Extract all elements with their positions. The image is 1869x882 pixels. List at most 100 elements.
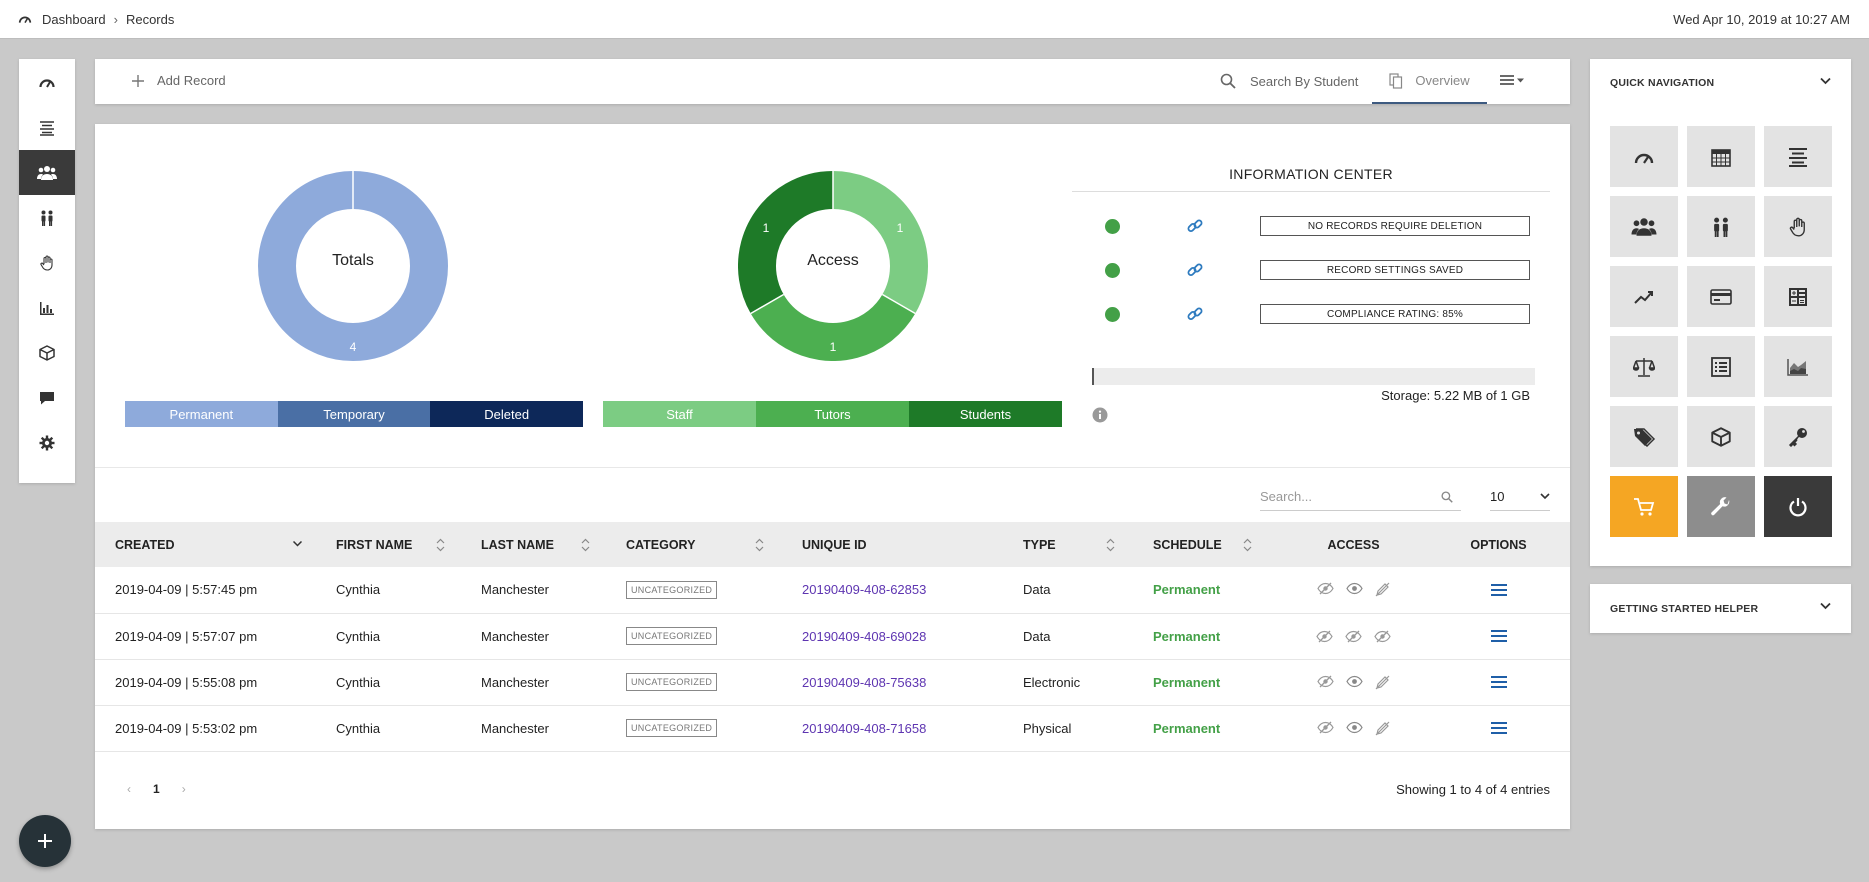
people-icon bbox=[1714, 217, 1728, 237]
table-row: 2019-04-09 | 5:55:08 pm Cynthia Manchest… bbox=[95, 659, 1570, 705]
ledger-icon bbox=[1711, 356, 1731, 377]
tab-overview[interactable]: Overview bbox=[1372, 59, 1487, 104]
pager-page-1[interactable]: 1 bbox=[153, 782, 160, 796]
unique-id-link[interactable]: 20190409-408-62853 bbox=[802, 582, 926, 597]
eye-slash-icon[interactable] bbox=[1316, 630, 1333, 643]
search-by-student-label: Search By Student bbox=[1250, 73, 1359, 89]
add-record-button[interactable]: Add Record bbox=[131, 73, 226, 88]
quick-navigation-grid bbox=[1610, 126, 1832, 537]
sidebar-item-dashboard[interactable] bbox=[19, 60, 75, 105]
quicknav-calculator[interactable] bbox=[1764, 266, 1832, 327]
link-icon[interactable] bbox=[1186, 261, 1204, 279]
quicknav-tools[interactable] bbox=[1687, 476, 1755, 537]
sidebar-item-messages[interactable] bbox=[19, 375, 75, 420]
legend-students[interactable]: Students bbox=[909, 401, 1062, 427]
sidebar-item-people[interactable] bbox=[19, 195, 75, 240]
edit-slash-icon[interactable] bbox=[1375, 675, 1390, 690]
eye-icon[interactable] bbox=[1346, 721, 1363, 734]
table-row: 2019-04-09 | 5:57:07 pm Cynthia Manchest… bbox=[95, 613, 1570, 659]
unique-id-link[interactable]: 20190409-408-71658 bbox=[802, 721, 926, 736]
eye-slash-icon[interactable] bbox=[1317, 721, 1334, 734]
copy-icon bbox=[1389, 72, 1403, 89]
legend-deleted[interactable]: Deleted bbox=[430, 401, 584, 427]
quicknav-people[interactable] bbox=[1687, 196, 1755, 257]
status-dot bbox=[1105, 307, 1120, 322]
chevron-down-icon[interactable] bbox=[1820, 77, 1831, 85]
entries-summary: Showing 1 to 4 of 4 entries bbox=[1396, 782, 1550, 797]
legend-temporary[interactable]: Temporary bbox=[277, 401, 431, 427]
quicknav-payments[interactable] bbox=[1687, 266, 1755, 327]
quicknav-analytics[interactable] bbox=[1764, 336, 1832, 397]
quicknav-ledger[interactable] bbox=[1687, 336, 1755, 397]
getting-started-helper-panel[interactable]: GETTING STARTED HELPER bbox=[1590, 584, 1851, 633]
options-menu-icon[interactable] bbox=[1490, 583, 1507, 596]
eye-slash-icon[interactable] bbox=[1317, 675, 1334, 688]
eye-icon[interactable] bbox=[1346, 675, 1363, 688]
sidebar-item-storage[interactable] bbox=[19, 330, 75, 375]
quicknav-calendar[interactable] bbox=[1687, 126, 1755, 187]
options-menu-icon[interactable] bbox=[1490, 722, 1507, 734]
toolbar-menu-button[interactable] bbox=[1500, 72, 1528, 88]
sidebar-item-list[interactable] bbox=[19, 105, 75, 150]
quicknav-power[interactable] bbox=[1764, 476, 1832, 537]
search-by-student-button[interactable]: Search By Student bbox=[1220, 73, 1358, 89]
column-category[interactable]: CATEGORY bbox=[606, 522, 782, 567]
box-icon bbox=[39, 344, 55, 361]
unique-id-link[interactable]: 20190409-408-69028 bbox=[802, 629, 926, 644]
quicknav-dashboard[interactable] bbox=[1610, 126, 1678, 187]
quicknav-hand[interactable] bbox=[1764, 196, 1832, 257]
column-unique-id: UNIQUE ID bbox=[782, 522, 1003, 567]
box-icon bbox=[1711, 426, 1731, 447]
cell-type: Electronic bbox=[1023, 674, 1081, 690]
legend-staff[interactable]: Staff bbox=[603, 401, 756, 427]
options-menu-icon[interactable] bbox=[1490, 676, 1507, 688]
sidebar-item-users[interactable] bbox=[19, 150, 75, 195]
quicknav-cart[interactable] bbox=[1610, 476, 1678, 537]
cell-last-name: Manchester bbox=[481, 674, 549, 690]
floating-add-button[interactable] bbox=[19, 815, 71, 867]
link-icon[interactable] bbox=[1186, 217, 1204, 235]
sidebar-item-reports[interactable] bbox=[19, 285, 75, 330]
cell-type: Data bbox=[1023, 628, 1051, 644]
cell-created: 2019-04-09 | 5:57:07 pm bbox=[115, 628, 258, 644]
edit-slash-icon[interactable] bbox=[1375, 721, 1390, 736]
cell-first-name: Cynthia bbox=[336, 720, 381, 736]
quicknav-tags[interactable] bbox=[1610, 406, 1678, 467]
pager-prev-button[interactable]: ‹ bbox=[127, 782, 131, 796]
column-schedule[interactable]: SCHEDULE bbox=[1133, 522, 1280, 567]
sidebar-item-hand[interactable] bbox=[19, 240, 75, 285]
quicknav-list[interactable] bbox=[1764, 126, 1832, 187]
eye-slash-icon[interactable] bbox=[1317, 582, 1334, 595]
eye-slash-icon[interactable] bbox=[1374, 630, 1391, 643]
quicknav-users[interactable] bbox=[1610, 196, 1678, 257]
column-type[interactable]: TYPE bbox=[1003, 522, 1133, 567]
access-legend: Staff Tutors Students bbox=[603, 401, 1062, 427]
pager-next-button[interactable]: › bbox=[182, 782, 186, 796]
column-created[interactable]: CREATED bbox=[95, 522, 316, 567]
table-search-input[interactable]: Search... bbox=[1260, 482, 1461, 511]
sidebar-item-settings[interactable] bbox=[19, 420, 75, 465]
edit-slash-icon[interactable] bbox=[1375, 582, 1390, 597]
quicknav-keys[interactable] bbox=[1764, 406, 1832, 467]
eye-slash-icon[interactable] bbox=[1345, 630, 1362, 643]
status-dot bbox=[1105, 219, 1120, 234]
cell-last-name: Manchester bbox=[481, 628, 549, 644]
link-icon[interactable] bbox=[1186, 305, 1204, 323]
quicknav-trends[interactable] bbox=[1610, 266, 1678, 327]
quicknav-storage[interactable] bbox=[1687, 406, 1755, 467]
cell-category: UNCATEGORIZED bbox=[606, 705, 782, 751]
legend-tutors[interactable]: Tutors bbox=[756, 401, 909, 427]
info-message: NO RECORDS REQUIRE DELETION bbox=[1260, 216, 1530, 236]
column-first-name[interactable]: FIRST NAME bbox=[316, 522, 461, 567]
eye-icon[interactable] bbox=[1346, 582, 1363, 595]
options-menu-icon[interactable] bbox=[1490, 630, 1507, 642]
legend-permanent[interactable]: Permanent bbox=[125, 401, 278, 427]
info-icon[interactable] bbox=[1092, 407, 1108, 423]
breadcrumb-dashboard[interactable]: Dashboard bbox=[42, 12, 106, 27]
column-last-name[interactable]: LAST NAME bbox=[461, 522, 606, 567]
page-size-select[interactable]: 10 bbox=[1490, 482, 1550, 511]
chevron-down-icon[interactable] bbox=[1820, 602, 1831, 610]
quicknav-compliance[interactable] bbox=[1610, 336, 1678, 397]
column-label: TYPE bbox=[1023, 537, 1056, 552]
unique-id-link[interactable]: 20190409-408-75638 bbox=[802, 675, 926, 690]
